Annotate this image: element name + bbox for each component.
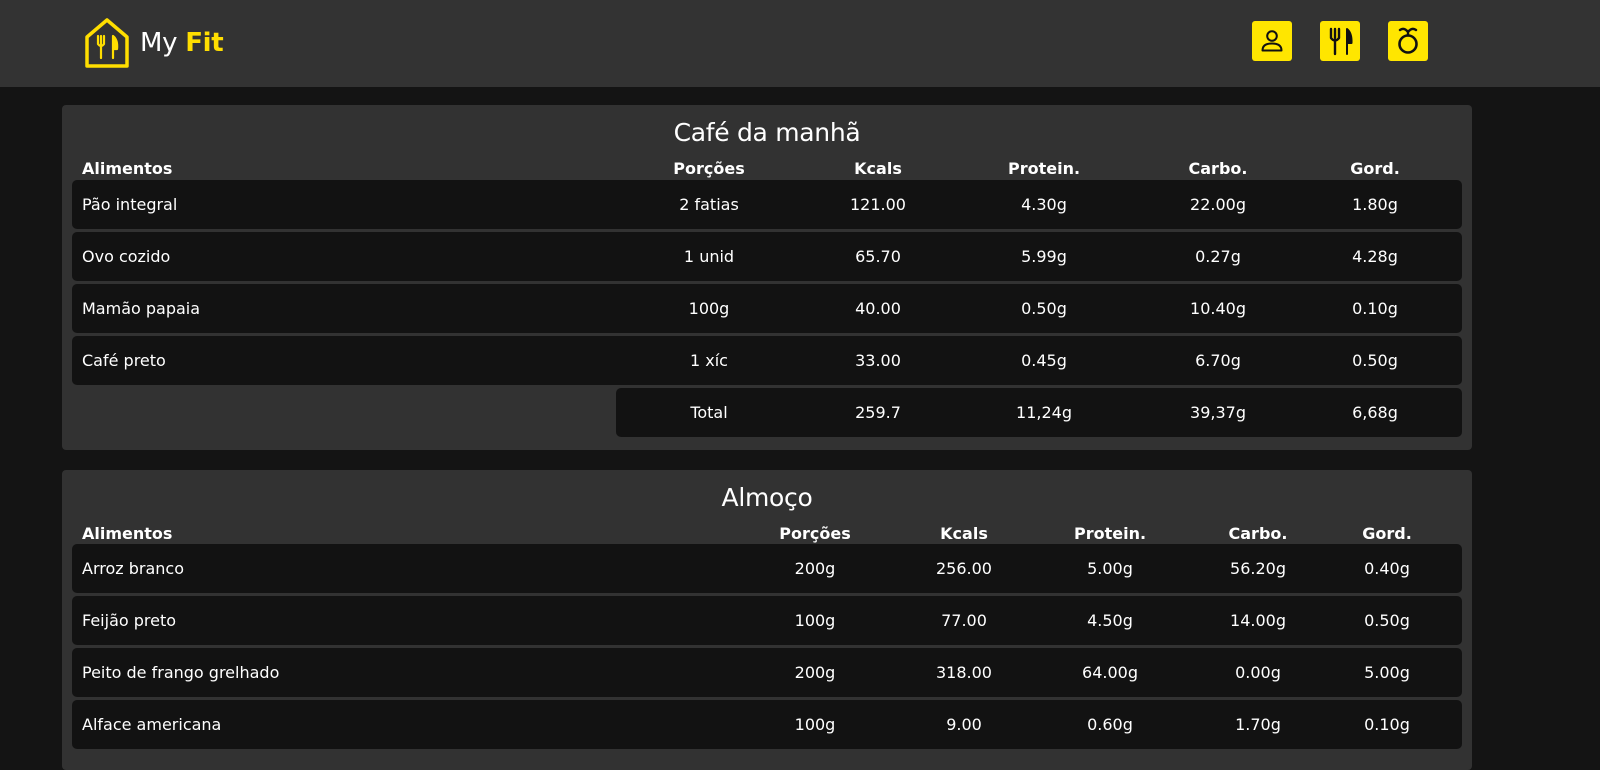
table-row[interactable]: Pão integral 2 fatias 121.00 4.30g 22.00… <box>72 180 1462 229</box>
food-fat: 5.00g <box>1364 663 1410 682</box>
food-protein: 5.99g <box>1021 247 1067 266</box>
brand-name: My Fit <box>140 28 224 58</box>
meals-button[interactable] <box>1320 21 1360 61</box>
food-kcal: 65.70 <box>855 247 901 266</box>
food-fat: 0.40g <box>1364 559 1410 578</box>
table-row[interactable]: Arroz branco 200g 256.00 5.00g 56.20g 0.… <box>72 544 1462 593</box>
food-fat: 4.28g <box>1352 247 1398 266</box>
food-name: Café preto <box>82 351 166 370</box>
utensils-icon <box>1329 27 1353 56</box>
food-kcal: 33.00 <box>855 351 901 370</box>
food-portion: 200g <box>794 559 836 578</box>
column-header: Alimentos <box>82 523 173 543</box>
table-row[interactable]: Café preto 1 xíc 33.00 0.45g 6.70g 0.50g <box>72 336 1462 385</box>
column-header: Carbo. <box>1188 158 1248 178</box>
food-portion: 200g <box>794 663 836 682</box>
column-header: Protein. <box>1073 523 1147 543</box>
food-kcal: 40.00 <box>855 299 901 318</box>
column-header: Alimentos <box>82 158 173 178</box>
food-protein: 0.50g <box>1021 299 1067 318</box>
food-kcal: 256.00 <box>936 559 992 578</box>
brand-logo[interactable]: My Fit <box>84 16 224 70</box>
meal-card-breakfast: Café da manhã Alimentos Porções Kcals Pr… <box>62 105 1472 450</box>
total-protein: 11,24g <box>1016 403 1072 422</box>
table-row[interactable]: Peito de frango grelhado 200g 318.00 64.… <box>72 648 1462 697</box>
food-portion: 100g <box>688 299 730 318</box>
table-header: Alimentos Porções Kcals Protein. Carbo. … <box>72 522 1462 544</box>
food-name: Arroz branco <box>82 559 185 578</box>
meal-title: Almoço <box>721 483 813 512</box>
food-kcal: 318.00 <box>936 663 992 682</box>
food-carbs: 0.00g <box>1235 663 1281 682</box>
food-portion: 2 fatias <box>679 195 739 214</box>
user-icon <box>1261 30 1283 52</box>
column-header: Porções <box>673 158 745 178</box>
total-carbs: 39,37g <box>1190 403 1246 422</box>
table-row[interactable]: Mamão papaia 100g 40.00 0.50g 10.40g 0.1… <box>72 284 1462 333</box>
food-portion: 100g <box>794 715 836 734</box>
food-fat: 0.10g <box>1364 715 1410 734</box>
food-carbs: 6.70g <box>1195 351 1241 370</box>
total-kcal: 259.7 <box>855 403 901 422</box>
food-portion: 1 unid <box>683 247 735 266</box>
food-name: Alface americana <box>82 715 222 734</box>
total-label: Total <box>690 403 728 422</box>
table-row[interactable]: Ovo cozido 1 unid 65.70 5.99g 0.27g 4.28… <box>72 232 1462 281</box>
food-carbs: 22.00g <box>1190 195 1246 214</box>
column-header: Kcals <box>854 158 902 178</box>
brand-highlight: Fit <box>185 28 224 58</box>
table-header: Alimentos Porções Kcals Protein. Carbo. … <box>72 157 1462 179</box>
column-header: Gord. <box>1362 523 1412 543</box>
food-fat: 0.10g <box>1352 299 1398 318</box>
profile-button[interactable] <box>1252 21 1292 61</box>
table-row[interactable]: Alface americana 100g 9.00 0.60g 1.70g 0… <box>72 700 1462 749</box>
food-protein: 0.45g <box>1021 351 1067 370</box>
total-row: Total 259.7 11,24g 39,37g 6,68g <box>616 388 1462 437</box>
food-portion: 1 xíc <box>690 351 728 370</box>
food-protein: 4.30g <box>1021 195 1067 214</box>
food-kcal: 77.00 <box>941 611 987 630</box>
column-header: Carbo. <box>1228 523 1288 543</box>
nutrition-button[interactable] <box>1388 21 1428 61</box>
nav-icon-group <box>1252 21 1428 61</box>
food-protein: 64.00g <box>1082 663 1138 682</box>
column-header: Porções <box>779 523 851 543</box>
food-kcal: 9.00 <box>946 715 982 734</box>
brand-prefix: My <box>140 28 178 58</box>
food-protein: 5.00g <box>1087 559 1133 578</box>
meal-card-lunch: Almoço Alimentos Porções Kcals Protein. … <box>62 470 1472 770</box>
food-portion: 100g <box>794 611 836 630</box>
food-fat: 1.80g <box>1352 195 1398 214</box>
food-protein: 4.50g <box>1087 611 1133 630</box>
column-header: Kcals <box>940 523 988 543</box>
home-utensils-logo-icon <box>84 17 130 69</box>
food-name: Pão integral <box>82 195 178 214</box>
apple-icon <box>1398 27 1418 54</box>
food-kcal: 121.00 <box>850 195 906 214</box>
total-fat: 6,68g <box>1352 403 1398 422</box>
food-carbs: 0.27g <box>1195 247 1241 266</box>
food-carbs: 56.20g <box>1230 559 1286 578</box>
column-header: Gord. <box>1350 158 1400 178</box>
food-name: Peito de frango grelhado <box>82 663 280 682</box>
food-protein: 0.60g <box>1087 715 1133 734</box>
table-row[interactable]: Feijão preto 100g 77.00 4.50g 14.00g 0.5… <box>72 596 1462 645</box>
food-fat: 0.50g <box>1352 351 1398 370</box>
food-name: Ovo cozido <box>82 247 171 266</box>
food-name: Feijão preto <box>82 611 177 630</box>
food-name: Mamão papaia <box>82 299 201 318</box>
food-carbs: 1.70g <box>1235 715 1281 734</box>
food-carbs: 10.40g <box>1190 299 1246 318</box>
top-navbar: My Fit <box>0 0 1600 87</box>
column-header: Protein. <box>1007 158 1081 178</box>
food-carbs: 14.00g <box>1230 611 1286 630</box>
food-fat: 0.50g <box>1364 611 1410 630</box>
meal-title: Café da manhã <box>673 118 861 147</box>
